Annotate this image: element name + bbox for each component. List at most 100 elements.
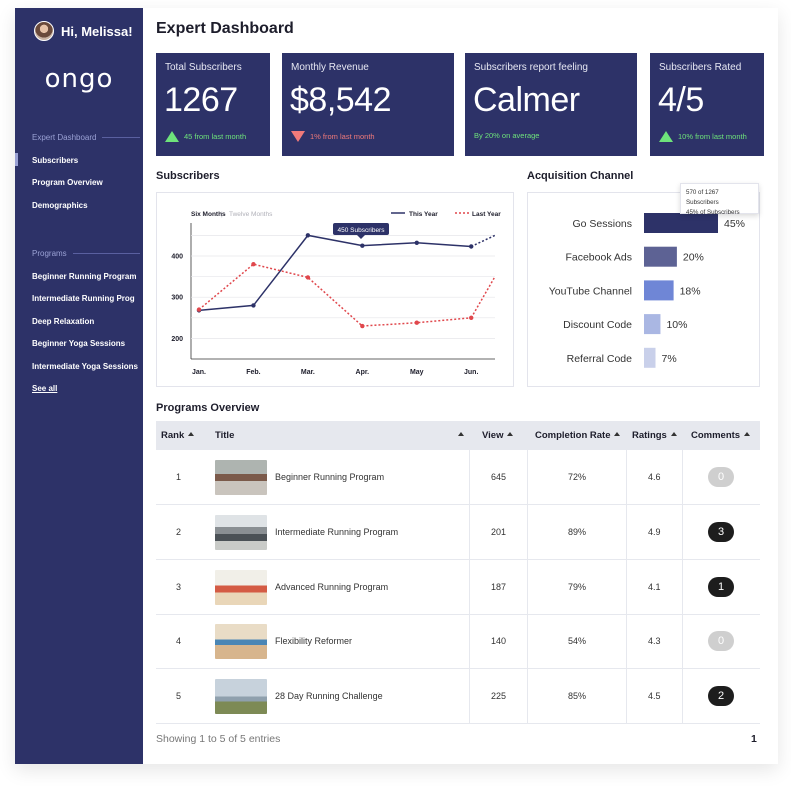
table-row[interactable]: 1 Beginner Running Program 645 72% 4.6 0 xyxy=(156,450,760,505)
col-view[interactable]: View xyxy=(482,430,514,441)
chart-tooltip: 450 Subscribers xyxy=(333,223,389,239)
cell-rating: 4.6 xyxy=(648,472,661,482)
comments-badge[interactable]: 1 xyxy=(708,577,734,597)
sidebar-item-intermediate-running[interactable]: Intermediate Running Prog xyxy=(32,294,135,303)
sidebar: Hi, Melissa! ongo Expert Dashboard Subsc… xyxy=(14,8,143,764)
acquisition-tooltip-line2: 45% of Subscribers xyxy=(686,209,740,216)
greeting-text: Hi, Melissa! xyxy=(61,23,133,39)
kpi-report-feeling: Subscribers report feeling Calmer By 20%… xyxy=(465,53,637,156)
cell-title[interactable]: Flexibility Reformer xyxy=(275,636,352,646)
subscribers-line-chart: Six Months | Twelve Months This Year Las… xyxy=(171,211,501,376)
comments-badge[interactable]: 0 xyxy=(708,467,734,487)
kpi-delta-text: 10% from last month xyxy=(678,132,747,141)
table-row[interactable]: 4 Flexibility Reformer 140 54% 4.3 0 xyxy=(156,614,760,669)
program-thumbnail[interactable] xyxy=(215,515,267,550)
acquisition-tooltip: 570 of 1267 Subscribers 45% of Subscribe… xyxy=(680,183,759,216)
program-thumbnail[interactable] xyxy=(215,679,267,714)
comments-badge[interactable]: 3 xyxy=(708,522,734,542)
kpi-value: Calmer xyxy=(473,81,580,119)
x-tick-label: Mar. xyxy=(301,369,315,376)
sidebar-item-beginner-yoga[interactable]: Beginner Yoga Sessions xyxy=(32,339,125,348)
sort-icon[interactable] xyxy=(507,432,514,436)
comments-badge[interactable]: 2 xyxy=(708,686,734,706)
bar-value-label: 7% xyxy=(662,353,677,365)
cell-rating: 4.3 xyxy=(648,636,661,646)
cell-view: 645 xyxy=(491,472,507,482)
comments-badge[interactable]: 0 xyxy=(708,631,734,651)
tooltip-text: 450 Subscribers xyxy=(338,227,386,234)
col-title-sort[interactable] xyxy=(454,430,464,441)
kpi-delta: By 20% on average xyxy=(474,131,539,140)
program-thumbnail[interactable] xyxy=(215,624,267,659)
user-greeting[interactable]: Hi, Melissa! xyxy=(34,21,133,41)
col-completion-rate[interactable]: Completion Rate xyxy=(535,430,621,441)
table-row[interactable]: 5 28 Day Running Challenge 225 85% 4.5 2 xyxy=(156,669,760,724)
programs-table-header: Rank Title View Completion Rate Ratings … xyxy=(156,421,760,450)
col-label: Comments xyxy=(691,430,741,441)
kpi-label: Subscribers Rated xyxy=(659,62,742,73)
kpi-value: 4/5 xyxy=(658,81,704,119)
sidebar-item-beginner-running[interactable]: Beginner Running Program xyxy=(32,272,136,281)
col-label: Title xyxy=(215,430,235,441)
kpi-value: $8,542 xyxy=(290,81,392,119)
bar-category-label: Referral Code xyxy=(567,353,633,365)
kpi-label: Subscribers report feeling xyxy=(474,62,588,73)
program-thumbnail[interactable] xyxy=(215,460,267,495)
series-line-last-year xyxy=(198,263,472,327)
col-title[interactable]: Title xyxy=(215,430,234,441)
col-ratings[interactable]: Ratings xyxy=(632,430,677,441)
program-thumbnail[interactable] xyxy=(215,570,267,605)
data-point xyxy=(414,320,419,325)
pagination-page[interactable]: 1 xyxy=(751,733,757,745)
cell-view: 225 xyxy=(491,691,507,701)
col-comments[interactable]: Comments xyxy=(691,430,751,441)
cell-title[interactable]: Intermediate Running Program xyxy=(275,527,398,537)
cell-rank: 5 xyxy=(176,691,182,701)
range-twelve-months[interactable]: Twelve Months xyxy=(229,211,273,218)
trend-up-icon xyxy=(659,131,673,142)
table-footer: Showing 1 to 5 of 5 entries xyxy=(156,733,281,745)
nav-heading-programs: Programs xyxy=(32,249,140,258)
subscribers-chart-card: Six Months | Twelve Months This Year Las… xyxy=(156,192,514,387)
cell-title[interactable]: 28 Day Running Challenge xyxy=(275,691,383,701)
sidebar-item-subscribers[interactable]: Subscribers xyxy=(14,153,78,166)
col-rank[interactable]: Rank xyxy=(161,430,195,441)
acquisition-chart-card: Go Sessions 45% Facebook Ads 20% YouTube Cha… xyxy=(527,192,760,387)
cell-title[interactable]: Beginner Running Program xyxy=(275,472,384,482)
data-point xyxy=(360,323,365,329)
data-point xyxy=(251,303,256,308)
sort-icon[interactable] xyxy=(458,432,464,436)
table-row[interactable]: 3 Advanced Running Program 187 79% 4.1 1 xyxy=(156,560,760,615)
sort-icon[interactable] xyxy=(188,432,195,436)
trend-down-icon xyxy=(291,131,305,142)
acquisition-title: Acquisition Channel xyxy=(527,170,634,182)
cell-title[interactable]: Advanced Running Program xyxy=(275,582,388,592)
sidebar-item-intermediate-yoga[interactable]: Intermediate Yoga Sessions xyxy=(32,362,138,371)
kpi-total-subscribers: Total Subscribers 1267 45 from last mont… xyxy=(156,53,270,156)
kpi-monthly-revenue: Monthly Revenue $8,542 1% from last mont… xyxy=(282,53,454,156)
sidebar-item-demographics[interactable]: Demographics xyxy=(32,201,88,210)
sort-icon[interactable] xyxy=(744,432,751,436)
sort-icon[interactable] xyxy=(670,432,677,436)
nav-heading-label: Expert Dashboard xyxy=(32,133,97,142)
table-row[interactable]: 2 Intermediate Running Program 201 89% 4… xyxy=(156,505,760,560)
col-label: View xyxy=(482,430,504,441)
see-all-link[interactable]: See all xyxy=(32,384,57,393)
data-point xyxy=(251,262,256,267)
sidebar-item-program-overview[interactable]: Program Overview xyxy=(32,178,103,187)
sidebar-item-deep-relaxation[interactable]: Deep Relaxation xyxy=(32,317,94,326)
acquisition-tooltip-line1: 570 of 1267 Subscribers xyxy=(686,189,719,206)
logo[interactable]: ongo xyxy=(15,64,143,94)
kpi-delta-text: 45 from last month xyxy=(184,132,247,141)
avatar[interactable] xyxy=(34,21,54,41)
cell-rating: 4.1 xyxy=(648,582,661,592)
sort-icon[interactable] xyxy=(614,432,621,436)
cell-rank: 2 xyxy=(176,527,182,537)
y-tick-label: 200 xyxy=(171,336,183,343)
cell-rank: 3 xyxy=(176,582,182,592)
cell-rank: 1 xyxy=(176,472,182,482)
bar-category-label: YouTube Channel xyxy=(549,285,632,297)
bar-value-label: 18% xyxy=(680,285,701,297)
legend-this-year: This Year xyxy=(409,211,438,218)
kpi-subscribers-rated: Subscribers Rated 4/5 10% from last mont… xyxy=(650,53,764,156)
